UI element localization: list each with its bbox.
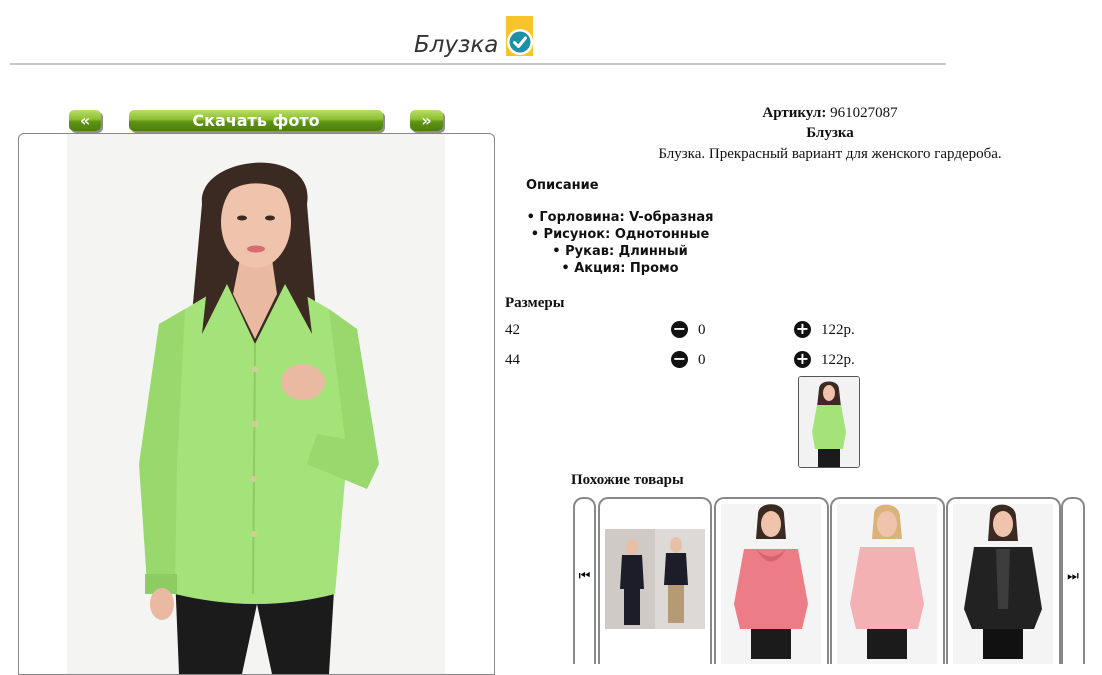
minus-icon[interactable]: − [671,351,688,368]
minus-icon[interactable]: − [671,321,688,338]
size-row: 42 − 0 + 122р. [505,320,905,344]
size-row: 44 − 0 + 122р. [505,350,905,374]
similar-product-card[interactable] [598,497,712,664]
attribute-item: • Акция: Промо [561,261,679,276]
attribute-item: • Горловина: V-образная [526,210,714,225]
download-photo-button[interactable]: Скачать фото [129,110,383,131]
plus-icon[interactable]: + [794,351,811,368]
attribute-item: • Рисунок: Однотонные [530,227,710,242]
prev-photo-button[interactable]: « [69,110,101,131]
main-photo-frame [18,133,495,675]
article-line: Артикул: 961027087 [560,105,1100,122]
verified-badge-icon [506,16,533,56]
size-quantity: 0 [698,322,706,338]
sizes-heading: Размеры [505,295,565,311]
similar-products-heading: Похожие товары [571,472,684,488]
product-description: Блузка. Прекрасный вариант для женского … [658,146,1002,162]
page-header: Блузка [0,10,945,60]
size-price: 122р. [821,352,855,368]
article-value: 961027087 [830,105,898,121]
product-image [953,504,1053,664]
size-label: 42 [505,322,520,338]
page-title: Блузка [414,32,499,58]
similar-product-card[interactable] [946,497,1061,664]
size-price: 122р. [821,322,855,338]
article-label: Артикул: [762,105,827,121]
size-label: 44 [505,352,520,368]
thumbnail-image [799,377,859,467]
title-divider [10,63,946,65]
plus-icon[interactable]: + [794,321,811,338]
photo-thumbnail[interactable] [798,376,860,468]
skip-back-icon: ⏮ [578,569,591,584]
product-image [605,529,705,629]
size-quantity: 0 [698,352,706,368]
carousel-prev-button[interactable]: ⏮ [573,497,596,664]
attribute-list: • Горловина: V-образная • Рисунок: Однот… [500,209,740,277]
product-name: Блузка [806,125,854,141]
attribute-item: • Рукав: Длинный [552,244,688,259]
skip-forward-icon: ⏭ [1067,569,1079,584]
next-photo-button[interactable]: » [410,110,443,131]
carousel-next-button[interactable]: ⏭ [1061,497,1085,664]
product-photo[interactable] [67,134,445,674]
product-image [837,504,937,664]
product-image [721,504,821,664]
similar-product-card[interactable] [714,497,829,664]
description-heading: Описание [526,178,599,193]
similar-product-card[interactable] [830,497,945,664]
